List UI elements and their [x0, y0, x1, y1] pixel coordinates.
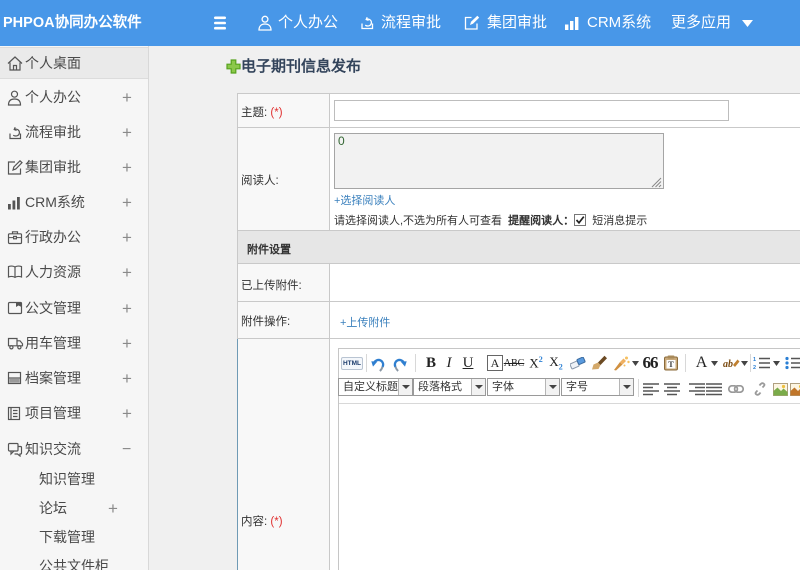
- svg-text:ab: ab: [723, 359, 733, 370]
- svg-text:1: 1: [753, 357, 756, 363]
- svg-text:2: 2: [753, 365, 756, 370]
- svg-text:T: T: [668, 359, 674, 369]
